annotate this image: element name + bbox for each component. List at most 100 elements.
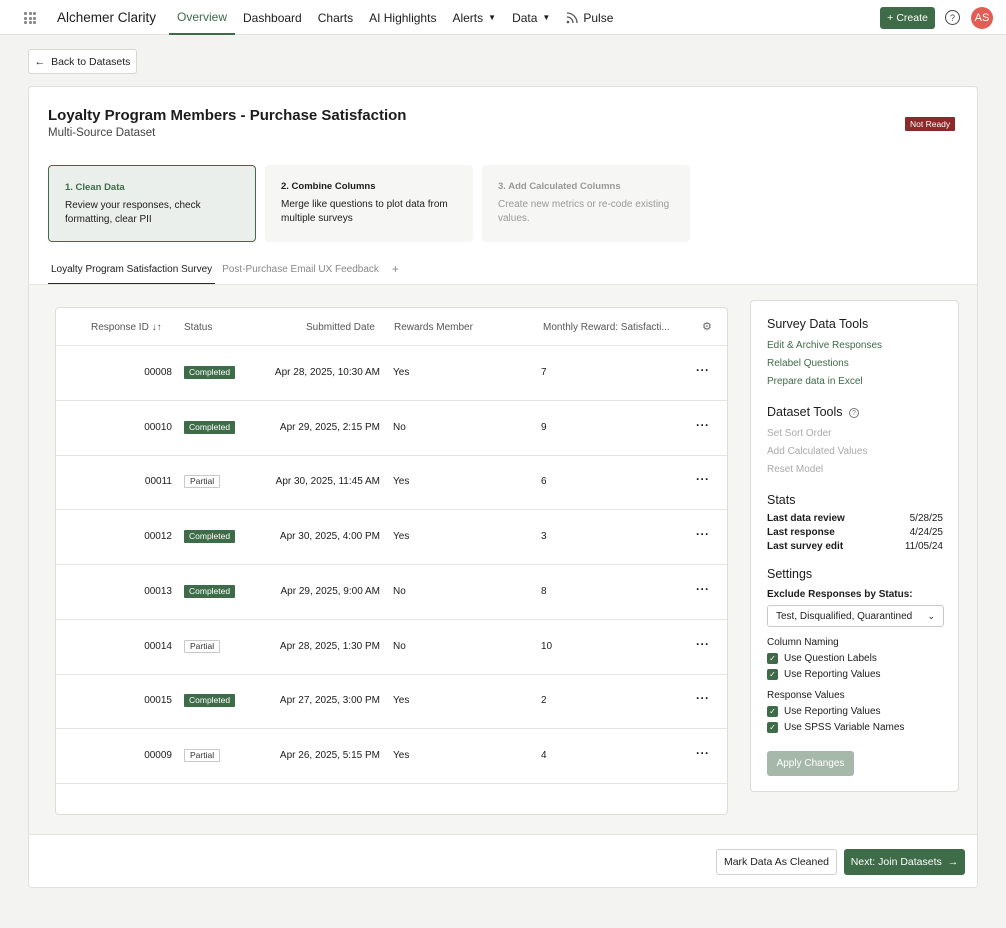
nav-label: Data <box>512 10 538 25</box>
more-options-icon[interactable]: ··· <box>696 527 710 541</box>
cell-monthly-reward: 8 <box>541 585 547 597</box>
cell-status: Partial <box>184 748 221 762</box>
create-label: Create <box>896 12 928 24</box>
cell-submitted-date: Apr 28, 2025, 1:30 PM <box>279 640 380 652</box>
help-icon[interactable]: ? <box>945 10 960 25</box>
cell-monthly-reward: 3 <box>541 531 547 543</box>
nav-label: Dashboard <box>243 10 302 25</box>
arrow-left-icon: ← <box>34 55 46 68</box>
checkbox-checked-icon[interactable]: ✓ <box>767 653 778 664</box>
stat-value: 4/24/25 <box>909 527 943 538</box>
cell-monthly-reward: 4 <box>541 749 547 761</box>
step-clean-data[interactable]: 1. Clean Data Review your responses, che… <box>48 165 256 242</box>
step-combine-columns[interactable]: 2. Combine Columns Merge like questions … <box>265 165 473 242</box>
tab-post-purchase-feedback[interactable]: Post-Purchase Email UX Feedback <box>219 259 382 283</box>
brand-name[interactable]: Alchemer Clarity <box>57 10 156 25</box>
cell-rewards-member: No <box>393 585 406 597</box>
set-sort-order-link[interactable]: Set Sort Order <box>767 428 831 439</box>
table-row[interactable]: 00014 Partial Apr 28, 2025, 1:30 PM No 10 ··· <box>56 620 727 675</box>
reset-model-link[interactable]: Reset Model <box>767 464 823 475</box>
nav-pulse[interactable]: Pulse <box>558 0 621 35</box>
checkbox-checked-icon[interactable]: ✓ <box>767 722 778 733</box>
page-subtitle: Multi-Source Dataset <box>48 127 156 139</box>
create-button[interactable]: + Create <box>880 7 935 29</box>
table-row[interactable]: 00011 Partial Apr 30, 2025, 11:45 AM Yes 6 ··… <box>56 455 727 511</box>
top-nav: Alchemer Clarity Overview Dashboard Char… <box>0 0 1006 35</box>
checkbox-checked-icon[interactable]: ✓ <box>767 669 778 680</box>
mark-data-cleaned-button[interactable]: Mark Data As Cleaned <box>716 849 837 875</box>
cell-response-id: 00013 <box>144 585 172 597</box>
checkbox-use-question-labels[interactable]: ✓ Use Question Labels <box>767 653 877 664</box>
col-response-id[interactable]: Response ID ↓↑ <box>91 322 162 333</box>
more-options-icon[interactable]: ··· <box>696 363 710 377</box>
cell-monthly-reward: 6 <box>541 476 547 488</box>
nav-data[interactable]: Data ▼ <box>504 0 558 35</box>
nav-overview[interactable]: Overview <box>169 0 236 35</box>
add-calculated-values-link[interactable]: Add Calculated Values <box>767 446 867 457</box>
step-description: Merge like questions to plot data from m… <box>281 199 448 224</box>
exclude-status-select[interactable]: Test, Disqualified, Quarantined ⌄ <box>767 605 944 627</box>
more-options-icon[interactable]: ··· <box>696 746 710 760</box>
nav-alerts[interactable]: Alerts ▼ <box>444 0 504 35</box>
col-status[interactable]: Status <box>184 322 212 333</box>
apply-changes-button[interactable]: Apply Changes <box>767 751 854 776</box>
arrow-right-icon: → <box>947 856 959 868</box>
col-submitted-date[interactable]: Submitted Date <box>306 322 375 333</box>
info-icon[interactable]: ? <box>849 407 859 418</box>
next-join-datasets-button[interactable]: Next: Join Datasets → <box>844 849 965 875</box>
cell-status: Partial <box>184 475 221 489</box>
back-to-datasets-button[interactable]: ← Back to Datasets <box>28 49 137 74</box>
cell-response-id: 00009 <box>144 749 172 761</box>
nav-charts[interactable]: Charts <box>310 0 361 35</box>
dataset-tools-label: Dataset Tools <box>767 405 843 419</box>
col-monthly-reward[interactable]: Monthly Reward: Satisfacti... <box>543 322 670 333</box>
checkbox-label: Use Reporting Values <box>784 669 881 680</box>
header-label: Response ID <box>91 322 149 333</box>
more-options-icon[interactable]: ··· <box>696 637 710 651</box>
cell-rewards-member: Yes <box>393 749 410 761</box>
nav-label: Alerts <box>452 10 484 25</box>
back-label: Back to Datasets <box>51 55 131 68</box>
add-tab-icon[interactable]: + <box>386 259 405 279</box>
avatar[interactable]: AS <box>971 7 993 29</box>
table-row[interactable]: 00015 Completed Apr 27, 2025, 3:00 PM Yes 2 ·… <box>56 674 727 730</box>
relabel-questions-link[interactable]: Relabel Questions <box>767 358 849 369</box>
app-grid-icon[interactable] <box>24 12 36 24</box>
more-options-icon[interactable]: ··· <box>696 691 710 705</box>
table-row[interactable]: 00010 Completed Apr 29, 2025, 2:15 PM No 9 ··… <box>56 401 727 456</box>
step-add-calculated-columns[interactable]: 3. Add Calculated Columns Create new met… <box>482 165 690 242</box>
table-row[interactable]: 00008 Completed Apr 28, 2025, 10:30 AM Yes 7… <box>56 346 727 401</box>
checkbox-use-reporting-values[interactable]: ✓ Use Reporting Values <box>767 706 881 717</box>
plus-icon: + <box>887 12 894 24</box>
cell-rewards-member: No <box>393 640 406 652</box>
cell-monthly-reward: 2 <box>541 695 547 707</box>
gear-icon[interactable]: ⚙ <box>702 320 712 333</box>
cell-submitted-date: Apr 28, 2025, 10:30 AM <box>274 367 380 378</box>
status-badge: Completed <box>184 530 236 544</box>
table-row[interactable]: 00012 Completed Apr 30, 2025, 4:00 PM Yes 3 ·… <box>56 510 727 566</box>
sort-icon[interactable]: ↓↑ <box>152 322 162 333</box>
checkbox-label: Use Question Labels <box>784 653 877 664</box>
table-row[interactable]: 00013 Completed Apr 29, 2025, 9:00 AM No 8 ··… <box>56 565 727 620</box>
stat-label: Last response <box>767 527 835 538</box>
cell-status: Partial <box>184 639 221 653</box>
table-row[interactable]: 00009 Partial Apr 26, 2025, 5:15 PM Yes 4 ··· <box>56 729 727 784</box>
checkbox-use-spss-names[interactable]: ✓ Use SPSS Variable Names <box>767 722 904 733</box>
cell-rewards-member: Yes <box>393 367 410 378</box>
col-rewards-member[interactable]: Rewards Member <box>394 322 473 333</box>
edit-archive-link[interactable]: Edit & Archive Responses <box>767 340 882 351</box>
more-options-icon[interactable]: ··· <box>696 418 710 432</box>
caret-down-icon: ▼ <box>542 13 551 22</box>
nav-dashboard[interactable]: Dashboard <box>235 0 310 35</box>
more-options-icon[interactable]: ··· <box>696 582 710 596</box>
cell-response-id: 00015 <box>144 695 172 707</box>
tab-loyalty-survey[interactable]: Loyalty Program Satisfaction Survey <box>48 259 216 285</box>
nav-ai-highlights[interactable]: AI Highlights <box>361 0 444 35</box>
checkbox-use-reporting-values-columns[interactable]: ✓ Use Reporting Values <box>767 669 881 680</box>
cell-rewards-member: Yes <box>393 531 410 543</box>
more-options-icon[interactable]: ··· <box>696 472 710 486</box>
status-badge: Completed <box>184 694 236 708</box>
page-title: Loyalty Program Members - Purchase Satis… <box>48 107 407 124</box>
prepare-excel-link[interactable]: Prepare data in Excel <box>767 376 863 387</box>
checkbox-checked-icon[interactable]: ✓ <box>767 706 778 717</box>
